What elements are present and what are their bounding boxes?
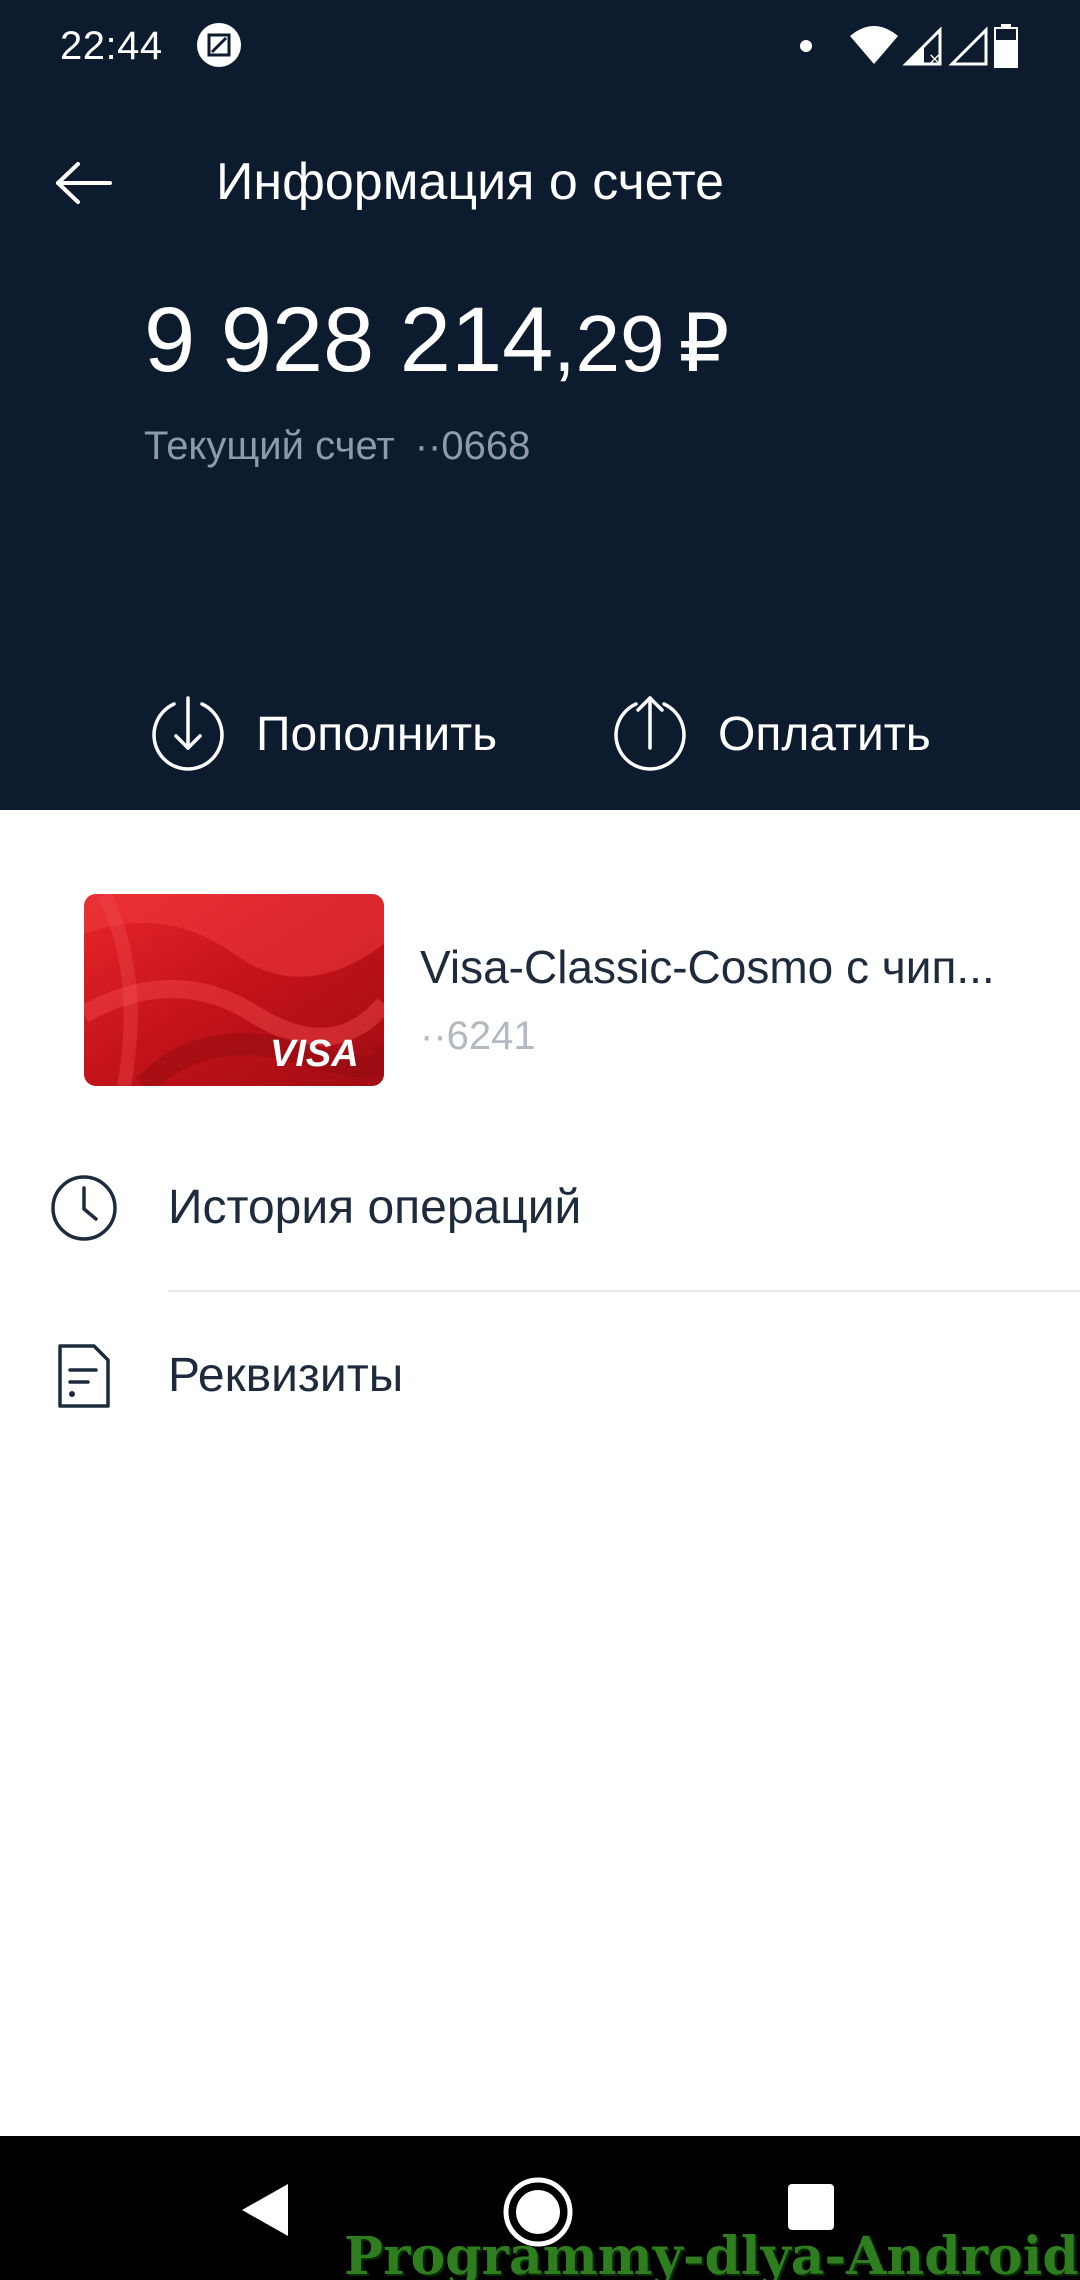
battery-icon <box>994 24 1018 68</box>
document-icon <box>58 1344 110 1408</box>
svg-text:×: × <box>928 49 941 66</box>
operations-history-item[interactable]: История операций <box>0 1124 1080 1292</box>
status-bar: 22:44 × <box>0 0 1080 92</box>
account-type-label: Текущий счет <box>144 424 395 468</box>
signal-icon: × <box>902 26 942 66</box>
balance-integer: 9 928 214 <box>144 289 554 391</box>
account-info: Текущий счет ··0668 <box>144 424 530 469</box>
back-button[interactable] <box>44 148 124 218</box>
pay-button[interactable]: Оплатить <box>610 684 931 784</box>
requisites-label: Реквизиты <box>168 1349 404 1402</box>
card-number: ··6241 <box>420 1014 536 1058</box>
account-number: ··0668 <box>414 424 531 468</box>
card-thumbnail: VISA <box>84 894 384 1086</box>
account-balance: 9 928 214,29 ₽ <box>144 288 729 393</box>
topup-label: Пополнить <box>256 707 498 761</box>
account-header: Информация о счете 9 928 214,29 ₽ Текущий… <box>0 92 1080 810</box>
pay-label: Оплатить <box>718 707 931 761</box>
status-time: 22:44 <box>60 24 163 68</box>
clock-icon <box>51 1175 117 1241</box>
notification-dot-icon <box>800 40 812 52</box>
nav-back-icon[interactable] <box>236 2180 296 2240</box>
requisites-item[interactable]: Реквизиты <box>0 1292 1080 1460</box>
screenshot-icon <box>197 23 241 67</box>
operations-history-label: История операций <box>168 1181 582 1234</box>
account-info-screen: 22:44 × Информация о счете 9 928 214,29 … <box>0 0 1080 2280</box>
balance-currency: ₽ <box>678 299 730 388</box>
card-list-item[interactable]: VISA Visa-Classic-Cosmo с чип... ··6241 <box>0 880 1080 1100</box>
wifi-icon <box>850 26 898 64</box>
card-brand-logo: VISA <box>270 1033 359 1075</box>
topup-button[interactable]: Пополнить <box>148 684 497 784</box>
signal-empty-icon <box>948 26 988 66</box>
card-name: Visa-Classic-Cosmo с чип... <box>420 941 995 993</box>
balance-fraction: ,29 <box>553 299 665 388</box>
arrow-left-icon <box>56 162 112 204</box>
upload-arrow-icon <box>614 696 686 771</box>
nav-recent-apps-icon[interactable] <box>786 2182 836 2232</box>
page-title: Информация о счете <box>216 153 725 211</box>
card-image: VISA <box>84 894 384 1086</box>
watermark: Programmy-dlya-Android.ru <box>344 2226 1080 2280</box>
download-arrow-icon <box>152 696 224 771</box>
